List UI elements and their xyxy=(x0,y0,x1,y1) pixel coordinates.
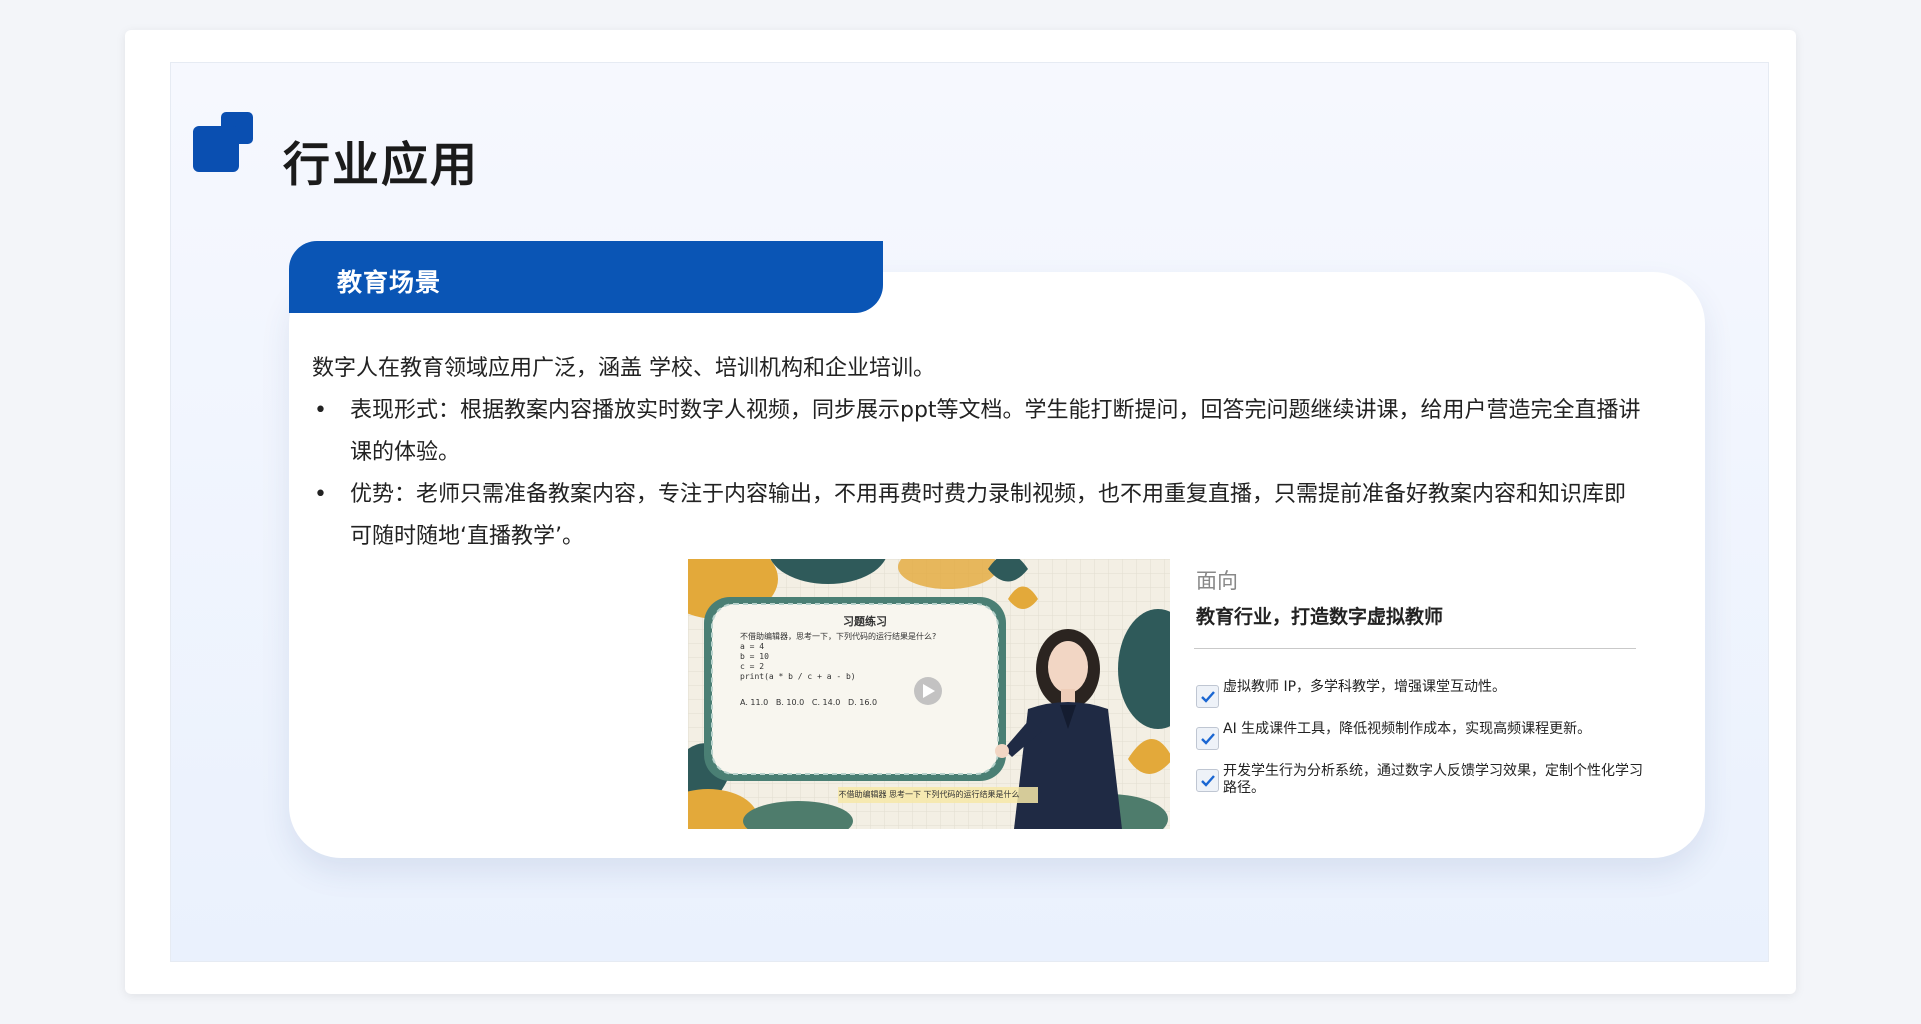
board-question: 不借助编辑器，思考一下，下列代码的运行结果是什么? xyxy=(740,632,937,641)
bullet-item: • 表现形式：根据教案内容播放实时数字人视频，同步展示ppt等文档。学生能打断提… xyxy=(312,390,1642,474)
video-player[interactable]: 习题练习 不借助编辑器，思考一下，下列代码的运行结果是什么? a = 4 b =… xyxy=(688,559,1170,829)
logo-icon xyxy=(193,112,257,174)
check-icon xyxy=(1200,774,1215,787)
feature-text: AI 生成课件工具，降低视频制作成本，实现高频课程更新。 xyxy=(1223,721,1592,737)
tab-education-scenario[interactable]: 教育场景 xyxy=(289,241,883,313)
divider xyxy=(1194,648,1636,649)
bullet-marker: • xyxy=(314,398,327,423)
board-options: A. 11.0 B. 10.0 C. 14.0 D. 16.0 xyxy=(740,698,878,707)
checkbox[interactable] xyxy=(1196,685,1219,708)
intro-text: 数字人在教育领域应用广泛，涵盖 学校、培训机构和企业培训。 xyxy=(312,356,935,381)
board-code: a = 4 b = 10 c = 2 print(a * b / c + a -… xyxy=(740,642,856,682)
check-icon xyxy=(1200,690,1215,703)
bullet-text: 优势：老师只需准备教案内容，专注于内容输出，不用再费时费力录制视频，也不用重复直… xyxy=(350,482,1627,549)
feature-item: 虚拟教师 IP，多学科教学，增强课堂互动性。 xyxy=(1196,679,1653,708)
check-icon xyxy=(1200,732,1215,745)
feature-item: 开发学生行为分析系统，通过数字人反馈学习效果，定制个性化学习路径。 xyxy=(1196,763,1653,797)
checkbox[interactable] xyxy=(1196,727,1219,750)
board-title: 习题练习 xyxy=(843,615,887,628)
bullet-list: • 表现形式：根据教案内容播放实时数字人视频，同步展示ppt等文档。学生能打断提… xyxy=(312,390,1642,558)
code-line: b = 10 xyxy=(740,652,769,661)
audience-label: 面向 xyxy=(1196,569,1238,593)
video-subtitle: 不借助编辑器 思考一下 下列代码的运行结果是什么 xyxy=(838,790,1020,799)
code-line: print(a * b / c + a - b) xyxy=(740,672,856,681)
code-line: c = 2 xyxy=(740,662,765,671)
code-line: a = 4 xyxy=(740,642,765,651)
feature-text: 虚拟教师 IP，多学科教学，增强课堂互动性。 xyxy=(1223,679,1507,695)
bullet-item: • 优势：老师只需准备教案内容，专注于内容输出，不用再费时费力录制视频，也不用重… xyxy=(312,474,1642,558)
bullet-marker: • xyxy=(314,482,327,507)
page-title: 行业应用 xyxy=(283,138,479,193)
audience-subtitle: 教育行业，打造数字虚拟教师 xyxy=(1196,606,1444,628)
checkbox[interactable] xyxy=(1196,769,1219,792)
bullet-text: 表现形式：根据教案内容播放实时数字人视频，同步展示ppt等文档。学生能打断提问，… xyxy=(350,398,1641,465)
feature-item: AI 生成课件工具，降低视频制作成本，实现高频课程更新。 xyxy=(1196,721,1653,750)
feature-text: 开发学生行为分析系统，通过数字人反馈学习效果，定制个性化学习路径。 xyxy=(1223,763,1643,796)
